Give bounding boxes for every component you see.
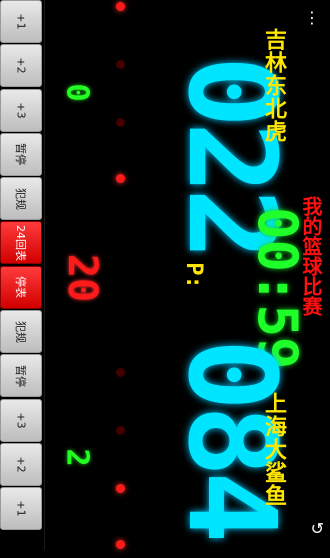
button-label: +3 xyxy=(14,101,28,119)
button-label: +3 xyxy=(14,412,28,429)
home-team-name: 吉林东北虎 xyxy=(261,28,286,143)
period-label: P: xyxy=(180,262,206,289)
home-plus3-button[interactable]: +3 xyxy=(0,88,42,132)
button-label: +2 xyxy=(14,57,28,74)
menu-icon[interactable]: ⋮ xyxy=(304,10,320,26)
home-foul-button[interactable]: 犯规 xyxy=(0,177,42,221)
button-label: 犯规 xyxy=(14,187,27,210)
away-plus2-button[interactable]: +2 xyxy=(0,442,42,486)
away-foul-button[interactable]: 犯规 xyxy=(0,310,42,354)
indicator-dot xyxy=(116,60,125,69)
reset-24-button[interactable]: 24回表 xyxy=(0,221,42,265)
button-label: +1 xyxy=(14,13,28,30)
home-plus1-button[interactable]: +1 xyxy=(0,0,42,43)
stop-clock-button[interactable]: 停表 xyxy=(0,265,42,309)
shot-clock: 20 xyxy=(59,253,106,303)
button-label: 24回表 xyxy=(14,224,27,261)
game-title: 我的篮球比赛 xyxy=(299,196,323,316)
indicator-dot xyxy=(116,426,125,435)
undo-icon[interactable]: ↺ xyxy=(311,519,324,538)
away-team-name: 上海大鲨鱼 xyxy=(261,392,286,507)
button-label: 暂停 xyxy=(14,364,27,387)
indicator-dot xyxy=(116,368,125,377)
scoreboard: +1 +2 +3 暂停 犯规 24回表 停表 犯规 暂停 +3 +2 +1 0 … xyxy=(0,0,330,550)
divider xyxy=(44,0,45,550)
button-label: 犯规 xyxy=(14,320,27,343)
indicator-dot xyxy=(116,2,125,11)
home-plus2-button[interactable]: +2 xyxy=(0,44,42,88)
button-label: 停表 xyxy=(14,276,27,299)
indicator-dot xyxy=(116,118,125,127)
button-label: +2 xyxy=(14,456,28,473)
button-label: 暂停 xyxy=(14,143,27,166)
away-plus3-button[interactable]: +3 xyxy=(0,398,42,442)
indicator-dot xyxy=(116,540,125,549)
home-fouls: 0 xyxy=(59,83,95,102)
away-timeout-button[interactable]: 暂停 xyxy=(0,354,42,398)
away-fouls: 2 xyxy=(59,448,95,467)
away-plus1-button[interactable]: +1 xyxy=(0,487,42,531)
button-column: +1 +2 +3 暂停 犯规 24回表 停表 犯规 暂停 +3 +2 +1 xyxy=(0,0,42,550)
button-label: +1 xyxy=(14,500,28,517)
home-timeout-button[interactable]: 暂停 xyxy=(0,132,42,176)
indicator-dot xyxy=(116,174,125,183)
indicator-dot xyxy=(116,484,125,493)
